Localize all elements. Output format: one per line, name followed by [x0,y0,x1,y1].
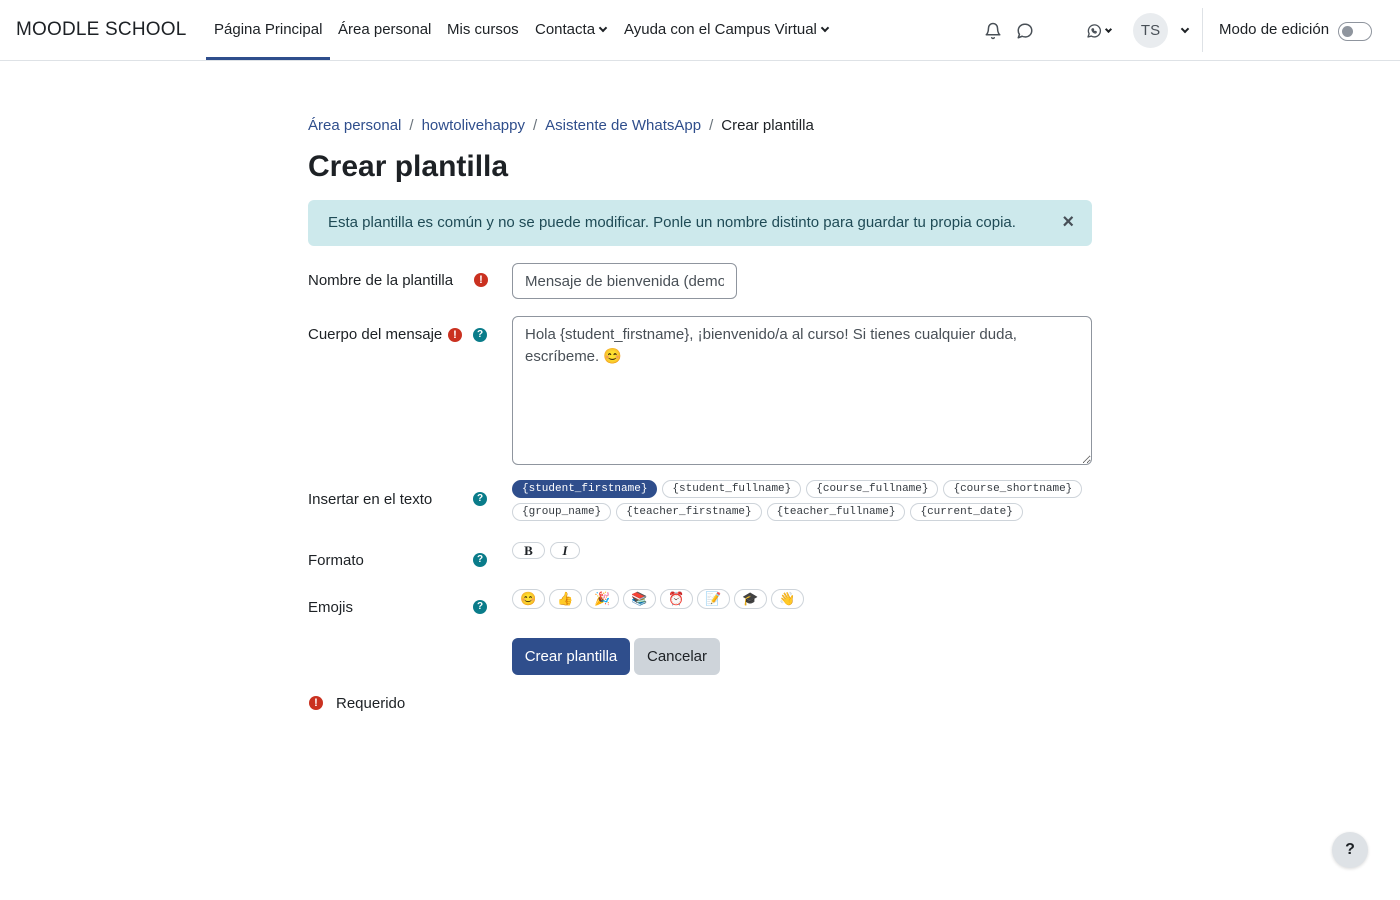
placeholder-chips: {student_firstname} {student_fullname} {… [512,480,1092,521]
required-icon: ! [448,328,462,342]
emoji-button[interactable]: 📝 [697,589,730,609]
emoji-button[interactable]: ⏰ [660,589,693,609]
navbar-divider [1202,8,1203,52]
emoji-button[interactable]: 👋 [771,589,804,609]
breadcrumb-item-asistente[interactable]: Asistente de WhatsApp [545,117,701,134]
breadcrumb-item-course[interactable]: howtolivehappy [422,117,525,134]
help-icon[interactable]: ? [473,553,487,567]
top-navbar: MOODLE SCHOOL Página Principal Área pers… [0,0,1400,61]
emoji-button[interactable]: 🎉 [586,589,619,609]
edit-mode-toggle[interactable] [1338,22,1372,41]
chat-bubble-icon[interactable] [1013,19,1037,43]
emoji-button[interactable]: 🎓 [734,589,767,609]
placeholder-chip[interactable]: {teacher_fullname} [766,503,906,521]
toggle-knob [1342,26,1353,37]
alert-text: Esta plantilla es común y no se puede mo… [328,214,1016,231]
info-alert: Esta plantilla es común y no se puede mo… [308,200,1092,246]
bold-button[interactable]: B [512,542,545,559]
emoji-button[interactable]: 👍 [549,589,582,609]
help-icon[interactable]: ? [473,328,487,342]
placeholder-chip[interactable]: {current_date} [910,503,1023,521]
breadcrumb-separator: / [409,117,414,134]
emoji-button[interactable]: 📚 [623,589,656,609]
breadcrumb-separator: / [709,117,714,134]
close-icon[interactable]: × [1062,211,1074,233]
placeholder-chip[interactable]: {course_fullname} [806,480,939,498]
placeholder-chip[interactable]: {student_firstname} [512,480,658,498]
required-icon: ! [309,696,323,710]
whatsapp-menu[interactable] [1081,19,1115,43]
template-name-input[interactable] [512,263,737,299]
create-template-button[interactable]: Crear plantilla [512,638,630,675]
nav-item-pagina-principal[interactable]: Página Principal [206,0,331,60]
chevron-down-icon [598,23,608,33]
whatsapp-icon [1086,24,1101,38]
edit-mode-label: Modo de edición [1219,21,1330,38]
breadcrumb: Área personal / howtolivehappy / Asistente d… [308,117,814,134]
chevron-down-icon [820,23,830,33]
required-note: Requerido [336,695,406,712]
user-avatar[interactable]: TS [1133,13,1168,48]
cancel-button[interactable]: Cancelar [634,638,720,675]
name-label: Nombre de la plantilla [308,272,454,289]
nav-item-area-personal[interactable]: Área personal [330,0,439,60]
breadcrumb-separator: / [532,117,538,134]
help-icon[interactable]: ? [473,492,487,506]
nav-item-ayuda[interactable]: Ayuda con el Campus Virtual [616,0,836,60]
required-icon: ! [474,273,488,287]
body-label: Cuerpo del mensaje [308,326,443,343]
breadcrumb-item-area-personal[interactable]: Área personal [308,117,401,134]
placeholder-chip[interactable]: {group_name} [512,503,612,521]
chevron-down-icon[interactable] [1180,24,1190,34]
emojis-label: Emojis [308,599,354,616]
message-body-textarea[interactable]: Hola {student_firstname}, ¡bienvenido/a … [512,316,1092,465]
insert-label: Insertar en el texto [308,491,433,508]
nav-item-contacta[interactable]: Contacta [527,0,614,60]
site-brand[interactable]: MOODLE SCHOOL [16,19,186,41]
placeholder-chip[interactable]: {teacher_firstname} [616,503,762,521]
nav-item-mis-cursos[interactable]: Mis cursos [439,0,527,60]
placeholder-chip[interactable]: {course_shortname} [943,480,1083,498]
emoji-button[interactable]: 😊 [512,589,545,609]
bell-icon[interactable] [981,19,1005,43]
floating-help-button[interactable]: ? [1332,832,1368,868]
breadcrumb-item-current: Crear plantilla [721,117,814,134]
page-title: Crear plantilla [308,150,509,183]
italic-button[interactable]: I [550,542,580,559]
placeholder-chip[interactable]: {student_fullname} [662,480,802,498]
emoji-buttons: 😊 👍 🎉 📚 ⏰ 📝 🎓 👋 [512,589,804,609]
format-label: Formato [308,552,364,569]
chevron-down-icon [1104,25,1112,33]
help-icon[interactable]: ? [473,600,487,614]
